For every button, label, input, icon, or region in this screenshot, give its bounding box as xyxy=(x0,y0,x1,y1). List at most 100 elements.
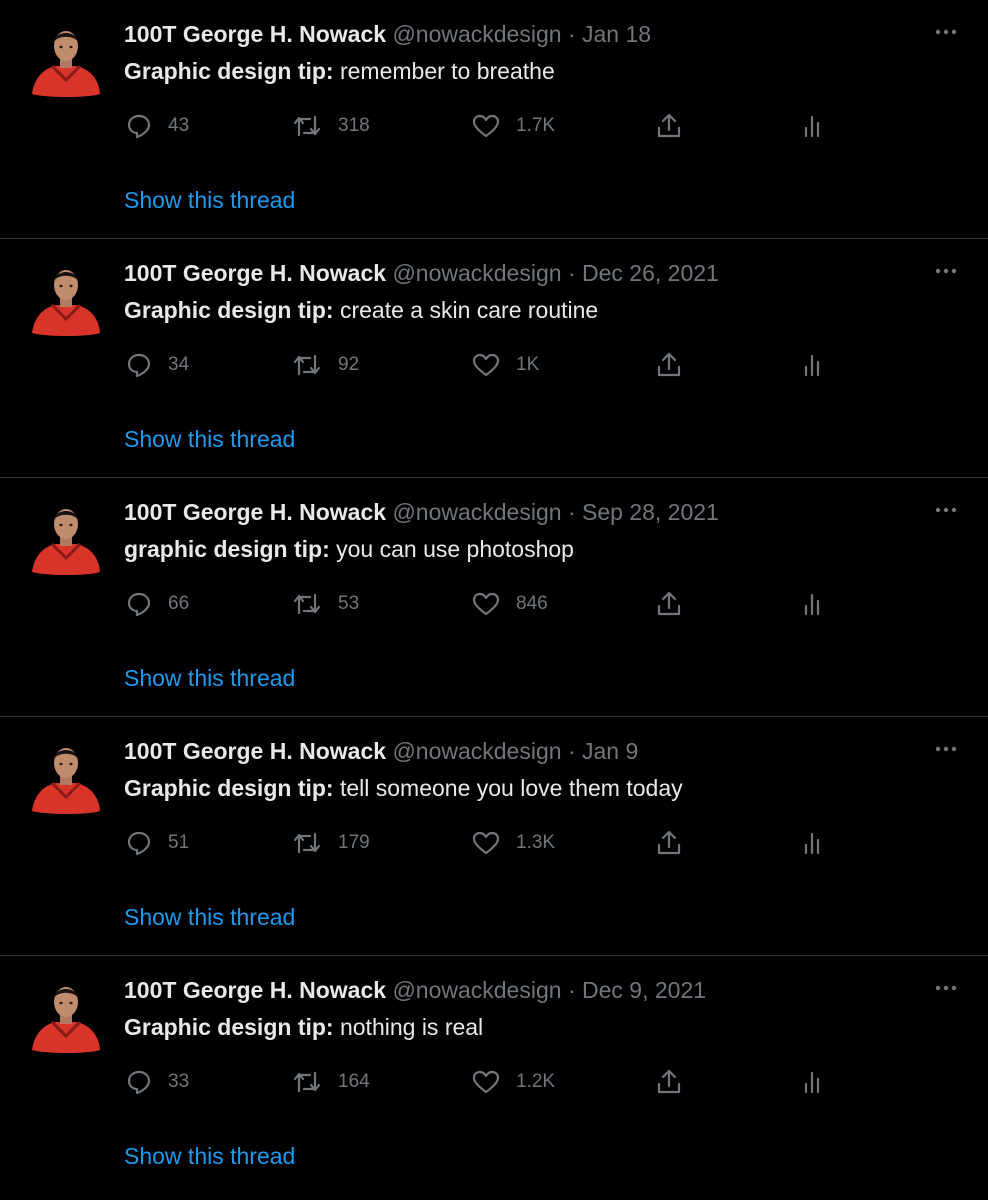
tweet-text-lead: Graphic design tip: xyxy=(124,58,334,84)
author-name[interactable]: 100T George H. Nowack xyxy=(124,499,386,525)
reply-button[interactable]: 66 xyxy=(126,586,189,622)
retweet-icon xyxy=(293,832,321,854)
retweet-count: 92 xyxy=(338,354,360,375)
tweet-header: 100T George H. Nowack @nowackdesign · Ja… xyxy=(124,18,651,50)
show-thread-link[interactable]: Show this thread xyxy=(124,184,295,216)
share-button[interactable] xyxy=(655,825,683,861)
like-count: 846 xyxy=(516,593,548,614)
tweet-actions: 34 92 1K xyxy=(0,347,988,383)
tweet-header: 100T George H. Nowack @nowackdesign · Ja… xyxy=(124,735,638,767)
reply-icon xyxy=(127,1070,151,1095)
reply-button[interactable]: 34 xyxy=(126,347,189,383)
tweet[interactable]: 100T George H. Nowack @nowackdesign · De… xyxy=(0,956,988,1195)
reply-count: 66 xyxy=(168,593,190,614)
author-name[interactable]: 100T George H. Nowack xyxy=(124,21,386,47)
tweet[interactable]: 100T George H. Nowack @nowackdesign · Ja… xyxy=(0,717,988,956)
author-handle[interactable]: @nowackdesign xyxy=(392,499,561,525)
tweet-text: Graphic design tip: remember to breathe xyxy=(124,55,555,87)
reply-icon xyxy=(127,831,151,856)
tweet-header: 100T George H. Nowack @nowackdesign · De… xyxy=(124,257,719,289)
more-icon[interactable] xyxy=(932,500,960,520)
avatar[interactable] xyxy=(28,20,104,100)
retweet-count: 179 xyxy=(338,832,370,853)
author-handle[interactable]: @nowackdesign xyxy=(392,738,561,764)
author-name[interactable]: 100T George H. Nowack xyxy=(124,977,386,1003)
show-thread-link[interactable]: Show this thread xyxy=(124,901,295,933)
more-icon[interactable] xyxy=(932,261,960,281)
avatar[interactable] xyxy=(28,259,104,339)
author-name[interactable]: 100T George H. Nowack xyxy=(124,738,386,764)
tweet-date[interactable]: Jan 9 xyxy=(582,738,638,764)
share-button[interactable] xyxy=(655,108,683,144)
tweet[interactable]: 100T George H. Nowack @nowackdesign · Se… xyxy=(0,478,988,717)
stats-button[interactable] xyxy=(800,586,826,622)
tweet-text-lead: graphic design tip: xyxy=(124,536,330,562)
stats-icon xyxy=(804,354,820,377)
tweet[interactable]: 100T George H. Nowack @nowackdesign · Ja… xyxy=(0,0,988,239)
stats-button[interactable] xyxy=(800,825,826,861)
share-button[interactable] xyxy=(655,586,683,622)
retweet-button[interactable]: 179 xyxy=(292,825,370,861)
reply-button[interactable]: 43 xyxy=(126,108,189,144)
reply-icon xyxy=(127,114,151,139)
tweet-text-lead: Graphic design tip: xyxy=(124,1014,334,1040)
tweet-date[interactable]: Dec 9, 2021 xyxy=(582,977,706,1003)
like-count: 1.2K xyxy=(516,1071,556,1092)
tweet-date[interactable]: Dec 26, 2021 xyxy=(582,260,719,286)
more-icon[interactable] xyxy=(932,22,960,42)
retweet-button[interactable]: 92 xyxy=(292,347,359,383)
tweet-date[interactable]: Sep 28, 2021 xyxy=(582,499,719,525)
show-thread-link[interactable]: Show this thread xyxy=(124,662,295,694)
tweet-date[interactable]: Jan 18 xyxy=(582,21,651,47)
reply-count: 34 xyxy=(168,354,190,375)
like-button[interactable]: 1K xyxy=(472,347,539,383)
tweet-text-rest: nothing is real xyxy=(333,1014,484,1040)
reply-button[interactable]: 51 xyxy=(126,825,189,861)
more-icon[interactable] xyxy=(932,978,960,998)
author-handle[interactable]: @nowackdesign xyxy=(392,977,561,1003)
meta-separator: · xyxy=(567,738,576,764)
author-name[interactable]: 100T George H. Nowack xyxy=(124,260,386,286)
more-icon[interactable] xyxy=(932,739,960,759)
author-handle[interactable]: @nowackdesign xyxy=(392,21,561,47)
avatar[interactable] xyxy=(28,737,104,817)
share-icon xyxy=(657,830,681,855)
tweet-actions: 66 53 846 xyxy=(0,586,988,622)
heart-icon xyxy=(472,592,500,616)
tweet-header: 100T George H. Nowack @nowackdesign · De… xyxy=(124,974,706,1006)
retweet-count: 318 xyxy=(338,115,370,136)
share-button[interactable] xyxy=(655,1064,683,1100)
tweet-text-rest: you can use photoshop xyxy=(329,536,574,562)
reply-button[interactable]: 33 xyxy=(126,1064,189,1100)
author-handle[interactable]: @nowackdesign xyxy=(392,260,561,286)
like-button[interactable]: 1.2K xyxy=(472,1064,555,1100)
show-thread-link[interactable]: Show this thread xyxy=(124,423,295,455)
show-thread-link[interactable]: Show this thread xyxy=(124,1140,295,1172)
heart-icon xyxy=(472,114,500,138)
tweet-header: 100T George H. Nowack @nowackdesign · Se… xyxy=(124,496,719,528)
share-icon xyxy=(657,352,681,377)
tweet-feed: 100T George H. Nowack @nowackdesign · Ja… xyxy=(0,0,988,1200)
retweet-count: 164 xyxy=(338,1071,370,1092)
tweet[interactable]: 100T George H. Nowack @nowackdesign · De… xyxy=(0,239,988,478)
like-button[interactable]: 1.3K xyxy=(472,825,555,861)
retweet-icon xyxy=(293,354,321,376)
reply-icon xyxy=(127,353,151,378)
avatar[interactable] xyxy=(28,498,104,578)
stats-icon xyxy=(804,115,820,138)
tweet-text: Graphic design tip: create a skin care r… xyxy=(124,294,598,326)
retweet-button[interactable]: 318 xyxy=(292,108,370,144)
stats-button[interactable] xyxy=(800,1064,826,1100)
retweet-button[interactable]: 53 xyxy=(292,586,359,622)
avatar[interactable] xyxy=(28,976,104,1056)
share-button[interactable] xyxy=(655,347,683,383)
retweet-button[interactable]: 164 xyxy=(292,1064,370,1100)
like-button[interactable]: 1.7K xyxy=(472,108,555,144)
tweet-actions: 51 179 1.3K xyxy=(0,825,988,861)
heart-icon xyxy=(472,353,500,377)
share-icon xyxy=(657,113,681,138)
reply-count: 33 xyxy=(168,1071,190,1092)
stats-button[interactable] xyxy=(800,347,826,383)
like-button[interactable]: 846 xyxy=(472,586,548,622)
stats-button[interactable] xyxy=(800,108,826,144)
